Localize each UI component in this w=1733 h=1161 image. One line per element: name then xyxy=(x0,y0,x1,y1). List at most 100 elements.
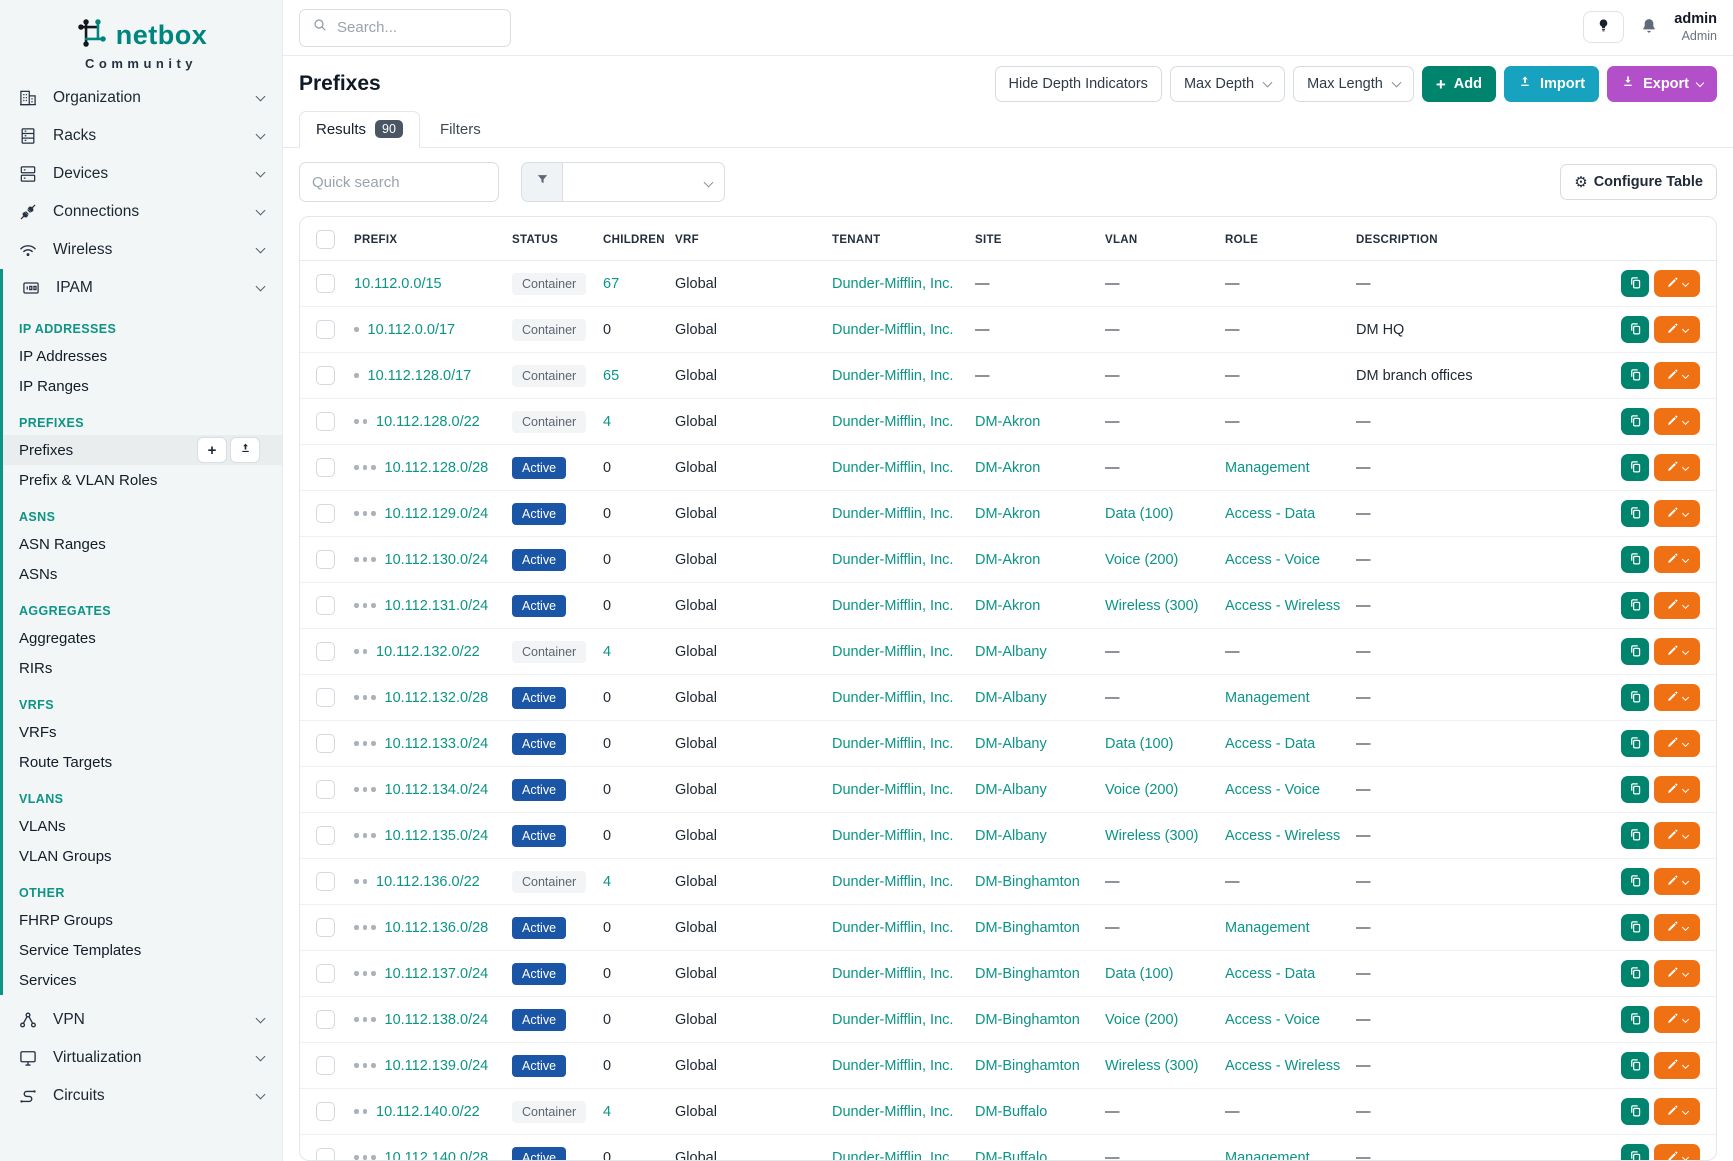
tab-filters[interactable]: Filters xyxy=(424,113,497,147)
role-link[interactable]: Management xyxy=(1225,1150,1310,1161)
edit-button[interactable] xyxy=(1654,316,1700,343)
sidebar-item-circuits[interactable]: Circuits xyxy=(0,1077,282,1115)
row-checkbox[interactable] xyxy=(316,1010,335,1029)
edit-button[interactable] xyxy=(1654,776,1700,803)
sidebar-item-prefixes[interactable]: Prefixes+ xyxy=(3,435,282,465)
copy-button[interactable] xyxy=(1621,454,1649,481)
copy-button[interactable] xyxy=(1621,960,1649,987)
prefix-link[interactable]: 10.112.138.0/24 xyxy=(385,1012,489,1028)
tenant-link[interactable]: Dunder-Mifflin, Inc. xyxy=(832,690,953,706)
edit-button[interactable] xyxy=(1654,1098,1700,1125)
prefix-link[interactable]: 10.112.128.0/28 xyxy=(385,460,489,476)
sidebar-item-ipam[interactable]: IPAM xyxy=(3,269,282,307)
edit-button[interactable] xyxy=(1654,1144,1700,1161)
quick-add-button[interactable]: + xyxy=(197,437,227,463)
copy-button[interactable] xyxy=(1621,1144,1649,1161)
copy-button[interactable] xyxy=(1621,1098,1649,1125)
role-link[interactable]: Management xyxy=(1225,690,1310,706)
prefix-link[interactable]: 10.112.137.0/24 xyxy=(385,966,489,982)
role-link[interactable]: Access - Data xyxy=(1225,966,1315,982)
copy-button[interactable] xyxy=(1621,776,1649,803)
edit-button[interactable] xyxy=(1654,730,1700,757)
notifications-button[interactable] xyxy=(1639,16,1659,39)
row-checkbox[interactable] xyxy=(316,780,335,799)
prefix-link[interactable]: 10.112.140.0/22 xyxy=(376,1104,480,1120)
sidebar-item-route-targets[interactable]: Route Targets xyxy=(3,747,282,777)
row-checkbox[interactable] xyxy=(316,964,335,983)
vlan-link[interactable]: Data (100) xyxy=(1105,966,1174,982)
edit-button[interactable] xyxy=(1654,500,1700,527)
copy-button[interactable] xyxy=(1621,730,1649,757)
vlan-link[interactable]: Voice (200) xyxy=(1105,1012,1178,1028)
export-button[interactable]: Export xyxy=(1607,66,1717,102)
hide-depth-indicators-button[interactable]: Hide Depth Indicators xyxy=(995,66,1162,102)
row-checkbox[interactable] xyxy=(316,366,335,385)
prefix-link[interactable]: 10.112.0.0/17 xyxy=(368,322,456,338)
tenant-link[interactable]: Dunder-Mifflin, Inc. xyxy=(832,782,953,798)
user-menu[interactable]: admin Admin xyxy=(1674,11,1717,43)
row-checkbox[interactable] xyxy=(316,918,335,937)
sidebar-item-vlans[interactable]: VLANs xyxy=(3,811,282,841)
vlan-link[interactable]: Data (100) xyxy=(1105,736,1174,752)
role-link[interactable]: Access - Voice xyxy=(1225,552,1320,568)
copy-button[interactable] xyxy=(1621,1052,1649,1079)
prefix-link[interactable]: 10.112.128.0/22 xyxy=(376,414,480,430)
copy-button[interactable] xyxy=(1621,868,1649,895)
prefix-link[interactable]: 10.112.128.0/17 xyxy=(368,368,472,384)
row-checkbox[interactable] xyxy=(316,642,335,661)
copy-button[interactable] xyxy=(1621,1006,1649,1033)
row-checkbox[interactable] xyxy=(316,1102,335,1121)
row-checkbox[interactable] xyxy=(316,688,335,707)
copy-button[interactable] xyxy=(1621,638,1649,665)
tenant-link[interactable]: Dunder-Mifflin, Inc. xyxy=(832,1012,953,1028)
prefix-link[interactable]: 10.112.136.0/22 xyxy=(376,874,480,890)
row-checkbox[interactable] xyxy=(316,550,335,569)
children-count-link[interactable]: 4 xyxy=(603,874,611,890)
edit-button[interactable] xyxy=(1654,684,1700,711)
site-link[interactable]: DM-Buffalo xyxy=(975,1104,1047,1120)
tenant-link[interactable]: Dunder-Mifflin, Inc. xyxy=(832,414,953,430)
vlan-link[interactable]: Wireless (300) xyxy=(1105,598,1198,614)
prefix-link[interactable]: 10.112.129.0/24 xyxy=(385,506,489,522)
edit-button[interactable] xyxy=(1654,868,1700,895)
tenant-link[interactable]: Dunder-Mifflin, Inc. xyxy=(832,966,953,982)
vlan-link[interactable]: Data (100) xyxy=(1105,506,1174,522)
role-link[interactable]: Access - Wireless xyxy=(1225,828,1340,844)
copy-button[interactable] xyxy=(1621,362,1649,389)
site-link[interactable]: DM-Akron xyxy=(975,598,1040,614)
copy-button[interactable] xyxy=(1621,270,1649,297)
copy-button[interactable] xyxy=(1621,914,1649,941)
children-count-link[interactable]: 65 xyxy=(603,368,619,384)
children-count-link[interactable]: 4 xyxy=(603,1104,611,1120)
children-count-link[interactable]: 67 xyxy=(603,276,619,292)
role-link[interactable]: Management xyxy=(1225,920,1310,936)
prefix-link[interactable]: 10.112.132.0/22 xyxy=(376,644,480,660)
role-link[interactable]: Access - Wireless xyxy=(1225,1058,1340,1074)
tenant-link[interactable]: Dunder-Mifflin, Inc. xyxy=(832,598,953,614)
sidebar-item-wireless[interactable]: Wireless xyxy=(0,231,282,269)
row-checkbox[interactable] xyxy=(316,1056,335,1075)
vlan-link[interactable]: Voice (200) xyxy=(1105,552,1178,568)
site-link[interactable]: DM-Akron xyxy=(975,506,1040,522)
site-link[interactable]: DM-Albany xyxy=(975,782,1047,798)
tenant-link[interactable]: Dunder-Mifflin, Inc. xyxy=(832,276,953,292)
quick-search-input[interactable] xyxy=(299,162,499,202)
tenant-link[interactable]: Dunder-Mifflin, Inc. xyxy=(832,1150,953,1161)
tenant-link[interactable]: Dunder-Mifflin, Inc. xyxy=(832,368,953,384)
site-link[interactable]: DM-Binghamton xyxy=(975,1012,1080,1028)
sidebar-item-devices[interactable]: Devices xyxy=(0,155,282,193)
role-link[interactable]: Access - Voice xyxy=(1225,782,1320,798)
prefix-link[interactable]: 10.112.139.0/24 xyxy=(385,1058,489,1074)
row-checkbox[interactable] xyxy=(316,504,335,523)
copy-button[interactable] xyxy=(1621,316,1649,343)
site-link[interactable]: DM-Binghamton xyxy=(975,1058,1080,1074)
filter-button[interactable] xyxy=(521,162,563,202)
site-link[interactable]: DM-Albany xyxy=(975,736,1047,752)
row-checkbox[interactable] xyxy=(316,826,335,845)
tenant-link[interactable]: Dunder-Mifflin, Inc. xyxy=(832,828,953,844)
sidebar-item-ip-ranges[interactable]: IP Ranges xyxy=(3,371,282,401)
tenant-link[interactable]: Dunder-Mifflin, Inc. xyxy=(832,874,953,890)
sidebar-item-service-templates[interactable]: Service Templates xyxy=(3,935,282,965)
sidebar-item-racks[interactable]: Racks xyxy=(0,117,282,155)
copy-button[interactable] xyxy=(1621,408,1649,435)
